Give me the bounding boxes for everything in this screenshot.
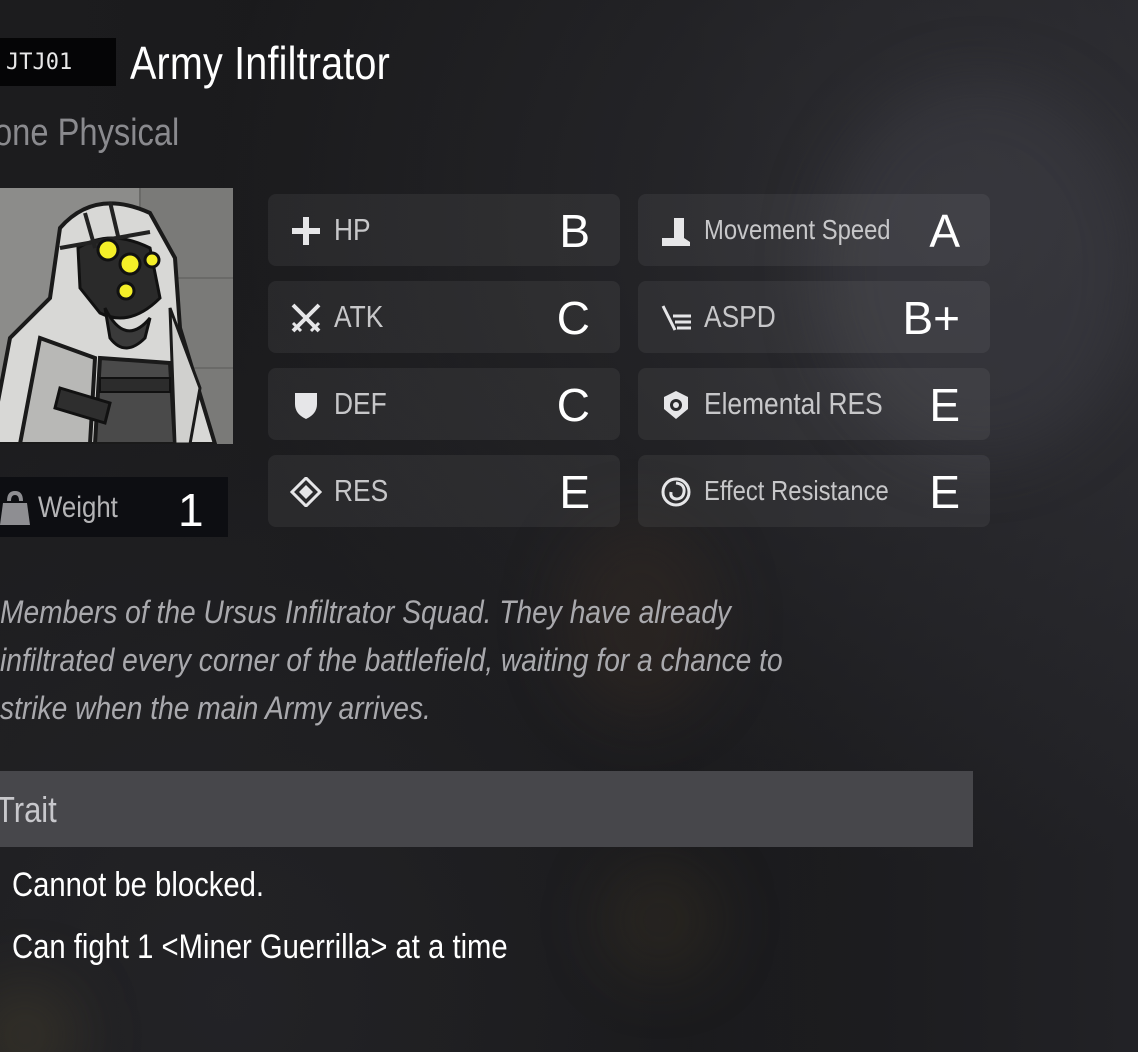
background-blur [0, 980, 80, 1052]
enemy-name: Army Infiltrator [130, 37, 390, 89]
stat-label: Movement Speed [704, 214, 891, 245]
enemy-detail-panel: JTJ01 Army Infiltrator one Physical Weig… [0, 0, 1138, 1052]
weight-box: Weight 1 [0, 477, 228, 537]
stat-effect-resistance: Effect Resistance E [638, 455, 990, 527]
elemental-shield-icon [664, 391, 688, 419]
stat-grade: E [929, 466, 960, 518]
damage-type: one Physical [0, 112, 180, 154]
enemy-code-tag: JTJ01 [0, 38, 116, 86]
trait-line: Cannot be blocked. [12, 866, 264, 904]
stat-label: HP [334, 212, 371, 247]
description-line: strike when the main Army arrives. [0, 690, 431, 726]
enemy-portrait [0, 188, 233, 444]
plus-icon [292, 217, 320, 245]
stat-label: ASPD [704, 299, 776, 334]
weight-value: 1 [178, 484, 204, 536]
stat-label: Effect Resistance [704, 475, 889, 506]
diamond-icon [290, 477, 322, 507]
stat-grade: A [929, 205, 960, 257]
stat-grade: C [556, 292, 590, 344]
trait-header: Trait [0, 771, 973, 847]
attack-speed-icon [661, 305, 691, 331]
stat-grade: E [929, 379, 960, 431]
stat-res: RES E [268, 455, 620, 527]
stat-grade: B [559, 205, 590, 257]
stat-label: RES [334, 473, 389, 508]
stat-label: Elemental RES [704, 386, 883, 421]
stat-grade: B+ [902, 292, 960, 344]
stat-elemental-res: Elemental RES E [638, 368, 990, 440]
shield-icon [295, 393, 317, 419]
weight-label: Weight [38, 491, 118, 524]
spiral-icon [661, 477, 691, 507]
stat-atk: ATK C [268, 281, 620, 353]
stat-grade: C [556, 379, 590, 431]
crossed-swords-icon [291, 303, 321, 333]
stat-label: DEF [334, 386, 387, 421]
stat-aspd: ASPD B+ [638, 281, 990, 353]
boot-icon [662, 218, 690, 246]
enemy-description: Members of the Ursus Infiltrator Squad. … [0, 588, 871, 732]
trait-line: Can fight 1 <Miner Guerrilla> at a time [12, 928, 508, 966]
stat-def: DEF C [268, 368, 620, 440]
hooded-infiltrator-portrait-icon [0, 188, 233, 444]
stat-hp: HP B [268, 194, 620, 266]
weight-icon [0, 491, 30, 525]
stat-grade: E [559, 466, 590, 518]
description-line: infiltrated every corner of the battlefi… [0, 642, 783, 678]
stat-movement-speed: Movement Speed A [638, 194, 990, 266]
trait-title: Trait [0, 789, 57, 830]
description-line: Members of the Ursus Infiltrator Squad. … [0, 594, 731, 630]
stat-label: ATK [334, 299, 384, 334]
background-blur [600, 860, 720, 980]
